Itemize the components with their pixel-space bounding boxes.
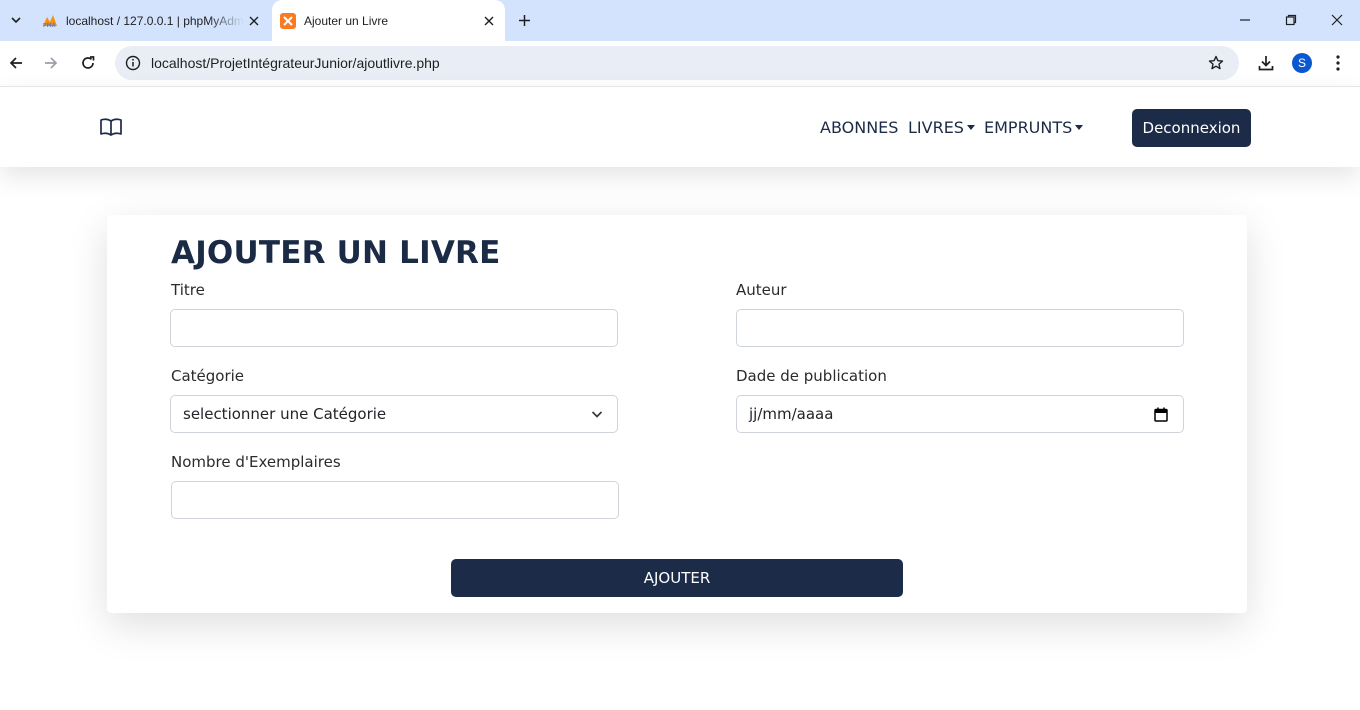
arrow-left-icon <box>9 57 22 69</box>
restore-button[interactable] <box>1268 0 1314 40</box>
browser-toolbar: localhost/ProjetIntégrateurJunior/ajoutl… <box>0 41 1360 86</box>
auteur-input[interactable] <box>736 309 1184 347</box>
reload-button[interactable] <box>74 49 102 77</box>
calendar-icon[interactable] <box>1154 407 1168 422</box>
close-window-button[interactable] <box>1314 0 1360 40</box>
tab-ajouter-livre[interactable]: Ajouter un Livre <box>272 0 505 41</box>
address-bar[interactable]: localhost/ProjetIntégrateurJunior/ajoutl… <box>115 46 1239 80</box>
categorie-select[interactable]: selectionner une Catégorie <box>170 395 618 433</box>
forward-button[interactable] <box>37 49 65 77</box>
site-info-icon[interactable] <box>121 51 145 75</box>
browser-tabstrip: PMA localhost / 127.0.0.1 | phpMyAdmin A… <box>0 0 1360 41</box>
close-icon[interactable] <box>244 11 264 31</box>
titre-input[interactable] <box>170 309 618 347</box>
downloads-button[interactable] <box>1252 49 1280 77</box>
tab-title: localhost / 127.0.0.1 | phpMyAdmin <box>66 13 244 28</box>
chevron-down-icon <box>591 411 603 418</box>
minimize-icon <box>1240 19 1250 21</box>
nav-link-livres[interactable]: LIVRES <box>908 118 975 137</box>
book-icon[interactable] <box>99 117 123 137</box>
exemplaires-label: Nombre d'Exemplaires <box>171 453 341 471</box>
new-tab-button[interactable] <box>512 8 536 32</box>
avatar: S <box>1292 53 1312 73</box>
download-icon <box>1258 56 1274 71</box>
tab-phpmyadmin[interactable]: PMA localhost / 127.0.0.1 | phpMyAdmin <box>34 0 270 41</box>
exemplaires-input[interactable] <box>171 481 619 519</box>
tab-search-button[interactable] <box>4 8 28 32</box>
caret-down-icon <box>1075 124 1084 130</box>
page-content: ABONNES LIVRES EMPRUNTS Deconnexion AJOU… <box>0 86 1360 710</box>
xampp-icon <box>280 12 296 29</box>
caret-down-icon <box>966 124 975 130</box>
chevron-down-icon <box>11 17 21 24</box>
titre-label: Titre <box>171 281 205 299</box>
url-text[interactable]: localhost/ProjetIntégrateurJunior/ajoutl… <box>151 55 440 71</box>
categorie-selected-value: selectionner une Catégorie <box>183 405 387 423</box>
nav-link-label: LIVRES <box>908 118 964 137</box>
nav-link-label: EMPRUNTS <box>984 118 1073 137</box>
nav-link-emprunts[interactable]: EMPRUNTS <box>984 118 1084 137</box>
ajouter-button[interactable]: AJOUTER <box>451 559 903 597</box>
bookmark-star-icon[interactable] <box>1205 52 1227 74</box>
close-icon[interactable] <box>479 11 499 31</box>
arrow-right-icon <box>45 57 58 69</box>
close-icon <box>1331 14 1343 26</box>
profile-button[interactable]: S <box>1288 49 1316 77</box>
svg-text:PMA: PMA <box>43 23 56 28</box>
tab-title: Ajouter un Livre <box>304 13 389 28</box>
date-placeholder: jj/mm/aaaa <box>749 405 834 423</box>
date-publication-label: Dade de publication <box>736 367 887 385</box>
back-button[interactable] <box>2 49 30 77</box>
reload-icon <box>82 56 95 69</box>
nav-link-abonnes[interactable]: ABONNES <box>820 118 898 137</box>
categorie-label: Catégorie <box>171 367 245 385</box>
logout-button[interactable]: Deconnexion <box>1132 109 1251 147</box>
nav-link-label: ABONNES <box>820 118 899 137</box>
site-navbar: ABONNES LIVRES EMPRUNTS Deconnexion <box>0 86 1360 167</box>
page-title: AJOUTER UN LIVRE <box>171 235 501 271</box>
more-vert-icon <box>1336 55 1340 71</box>
phpmyadmin-icon: PMA <box>42 13 58 29</box>
minimize-button[interactable] <box>1222 0 1268 40</box>
browser-menu-button[interactable] <box>1324 49 1352 77</box>
restore-icon <box>1285 14 1297 26</box>
date-publication-input[interactable]: jj/mm/aaaa <box>736 395 1184 433</box>
auteur-label: Auteur <box>736 281 787 299</box>
plus-icon <box>518 14 530 26</box>
add-book-card: AJOUTER UN LIVRE Titre Auteur Catégorie … <box>107 215 1247 613</box>
